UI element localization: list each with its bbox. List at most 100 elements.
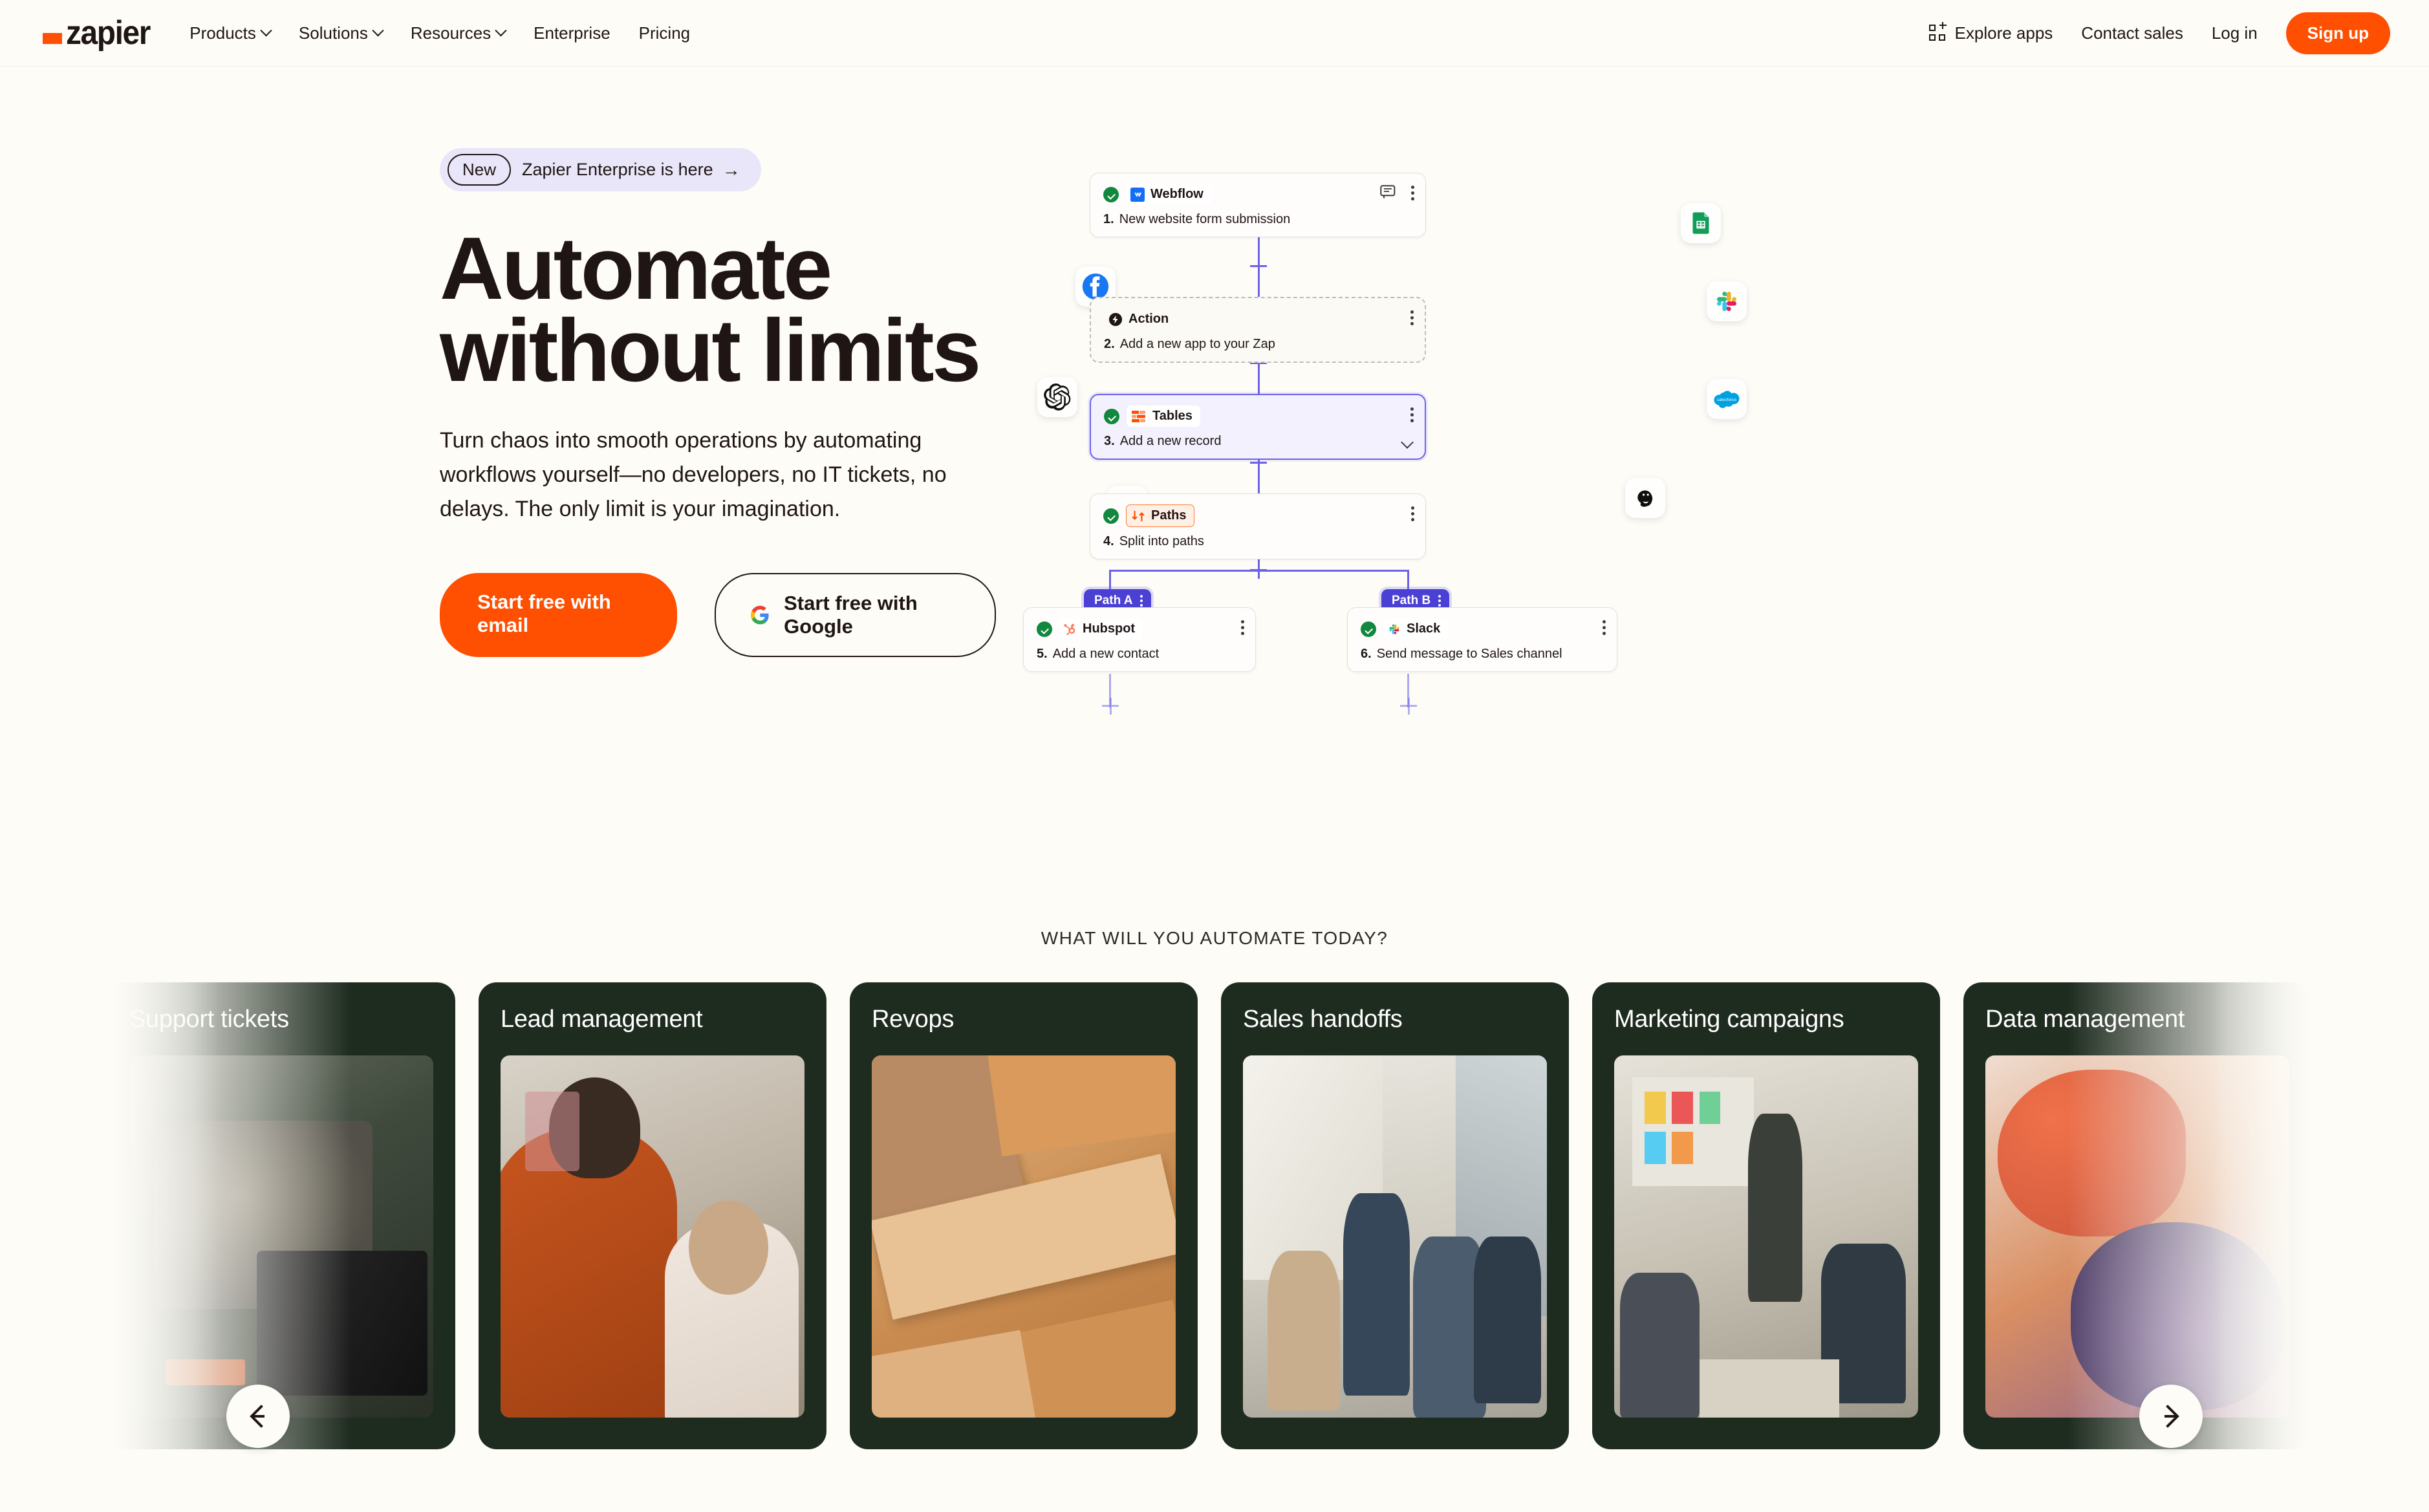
nav-item-solutions[interactable]: Solutions <box>298 23 384 43</box>
chevron-down-icon <box>260 24 272 36</box>
chevron-down-icon <box>495 24 507 36</box>
add-branch-plus-icon[interactable] <box>1250 562 1267 579</box>
workflow-step-5[interactable]: Hubspot 5. Add a new contact <box>1023 607 1256 672</box>
carousel-heading: WHAT WILL YOU AUTOMATE TODAY? <box>1041 928 1388 948</box>
step-menu-button[interactable] <box>1411 506 1414 521</box>
step-title: Add a new record <box>1119 434 1222 448</box>
step-title: New website form submission <box>1119 212 1291 226</box>
carousel-track[interactable]: Support tickets Lead management Revops S… <box>0 982 2429 1474</box>
arrow-right-icon: → <box>722 159 740 180</box>
app-name: Action <box>1128 312 1169 326</box>
status-check-icon <box>1103 508 1119 524</box>
use-case-carousel: WHAT WILL YOU AUTOMATE TODAY? Support ti… <box>0 928 2429 1474</box>
carousel-card-revops[interactable]: Revops <box>850 982 1198 1449</box>
card-title: Sales handoffs <box>1243 1006 1403 1033</box>
announcement-pill[interactable]: New Zapier Enterprise is here → <box>440 148 761 191</box>
carousel-prev-button[interactable] <box>226 1385 290 1448</box>
add-step-plus-icon-path-a[interactable] <box>1102 698 1119 715</box>
carousel-next-button[interactable] <box>2139 1385 2203 1448</box>
step-number: 1. <box>1103 212 1114 226</box>
step-title: Add a new app to your Zap <box>1119 337 1275 351</box>
announcement-text: Zapier Enterprise is here <box>522 160 713 179</box>
explore-apps-label: Explore apps <box>1954 23 2053 43</box>
google-icon <box>751 605 769 625</box>
zapier-logo[interactable]: zapier <box>43 14 157 52</box>
step-menu-button[interactable] <box>1410 310 1414 325</box>
google-button-label: Start free with Google <box>784 591 918 638</box>
salesforce-app-icon: salesforce <box>1707 379 1747 419</box>
status-check-icon <box>1037 621 1052 637</box>
chevron-down-icon <box>372 24 384 36</box>
comment-icon[interactable] <box>1380 185 1397 199</box>
workflow-step-1[interactable]: Webflow 1. New website form submission <box>1090 173 1426 237</box>
app-chip-webflow: Webflow <box>1126 184 1211 205</box>
hubspot-icon <box>1064 623 1075 635</box>
logo-wordmark: zapier <box>66 14 151 52</box>
slack-icon <box>1389 624 1399 634</box>
path-label: Path B <box>1392 594 1431 607</box>
secondary-nav: Explore apps Contact sales Log in Sign u… <box>1928 12 2390 54</box>
workflow-step-4[interactable]: Paths 4. Split into paths <box>1090 493 1426 559</box>
carousel-card-data-management[interactable]: Data management <box>1963 982 2311 1449</box>
carousel-card-support-tickets[interactable]: Support tickets <box>107 982 455 1449</box>
openai-app-icon <box>1037 377 1077 417</box>
explore-apps-link[interactable]: Explore apps <box>1928 21 2053 43</box>
path-menu-button[interactable] <box>1140 595 1143 607</box>
hero-cta-row: Start free with email Start free with Go… <box>440 572 996 657</box>
connector-2-3b <box>1258 372 1260 394</box>
path-menu-button[interactable] <box>1438 595 1441 607</box>
card-title: Support tickets <box>129 1006 289 1033</box>
card-image <box>1614 1055 1918 1418</box>
nav-item-pricing[interactable]: Pricing <box>639 23 690 43</box>
google-sheets-app-icon <box>1681 203 1721 243</box>
app-name: Tables <box>1152 409 1193 423</box>
card-image <box>129 1055 433 1418</box>
card-title: Marketing campaigns <box>1614 1006 1844 1033</box>
step-title: Add a new contact <box>1052 647 1160 661</box>
carousel-card-lead-management[interactable]: Lead management <box>479 982 826 1449</box>
connector-1-2 <box>1258 237 1260 259</box>
arrow-right-icon <box>2165 1405 2179 1428</box>
card-image <box>501 1055 804 1418</box>
app-chip-slack: Slack <box>1383 618 1449 640</box>
svg-text:salesforce: salesforce <box>1717 398 1736 402</box>
workflow-step-6[interactable]: Slack 6. Send message to Sales channel <box>1347 607 1617 672</box>
nav-item-enterprise[interactable]: Enterprise <box>534 23 610 43</box>
carousel-card-marketing-campaigns[interactable]: Marketing campaigns <box>1592 982 1940 1449</box>
step-menu-button[interactable] <box>1603 620 1606 635</box>
log-in-link[interactable]: Log in <box>2212 23 2258 43</box>
start-free-google-button[interactable]: Start free with Google <box>715 572 996 657</box>
sign-up-button[interactable]: Sign up <box>2285 12 2390 54</box>
card-image <box>1985 1055 2289 1418</box>
app-chip-action: Action <box>1104 308 1176 330</box>
mailchimp-app-icon <box>1625 478 1665 518</box>
card-image <box>872 1055 1176 1418</box>
workflow-illustration: salesforce Webflow 1. New website form s… <box>996 148 2429 946</box>
step-number: 3. <box>1104 434 1115 448</box>
site-header: zapier Products Solutions Resources Ente… <box>0 0 2429 67</box>
start-free-email-button[interactable]: Start free with email <box>440 572 678 657</box>
nav-item-resources[interactable]: Resources <box>411 23 507 43</box>
step-menu-button[interactable] <box>1410 407 1414 422</box>
path-label: Path A <box>1094 594 1133 607</box>
hero-section: New Zapier Enterprise is here → Automate… <box>0 67 2429 946</box>
add-step-plus-icon-1[interactable] <box>1250 258 1267 275</box>
page-title: Automate without limits <box>440 219 981 401</box>
card-title: Revops <box>872 1006 955 1033</box>
step-menu-button[interactable] <box>1241 620 1244 635</box>
step-number: 5. <box>1037 647 1048 661</box>
step-menu-button[interactable] <box>1411 186 1414 200</box>
app-chip-tables: Tables <box>1127 405 1200 427</box>
contact-sales-link[interactable]: Contact sales <box>2081 23 2183 43</box>
status-check-icon <box>1361 621 1376 637</box>
paths-icon <box>1132 510 1145 521</box>
nav-item-products[interactable]: Products <box>189 23 272 43</box>
nav-label: Solutions <box>298 23 368 43</box>
workflow-step-3[interactable]: Tables 3. Add a new record <box>1090 394 1426 460</box>
connector-1-2b <box>1258 275 1260 297</box>
app-name: Webflow <box>1150 187 1204 201</box>
add-step-plus-icon-path-b[interactable] <box>1400 698 1417 715</box>
workflow-step-2[interactable]: Action 2. Add a new app to your Zap <box>1090 297 1426 363</box>
carousel-card-sales-handoffs[interactable]: Sales handoffs <box>1221 982 1569 1449</box>
grid-plus-icon <box>1928 21 1947 41</box>
